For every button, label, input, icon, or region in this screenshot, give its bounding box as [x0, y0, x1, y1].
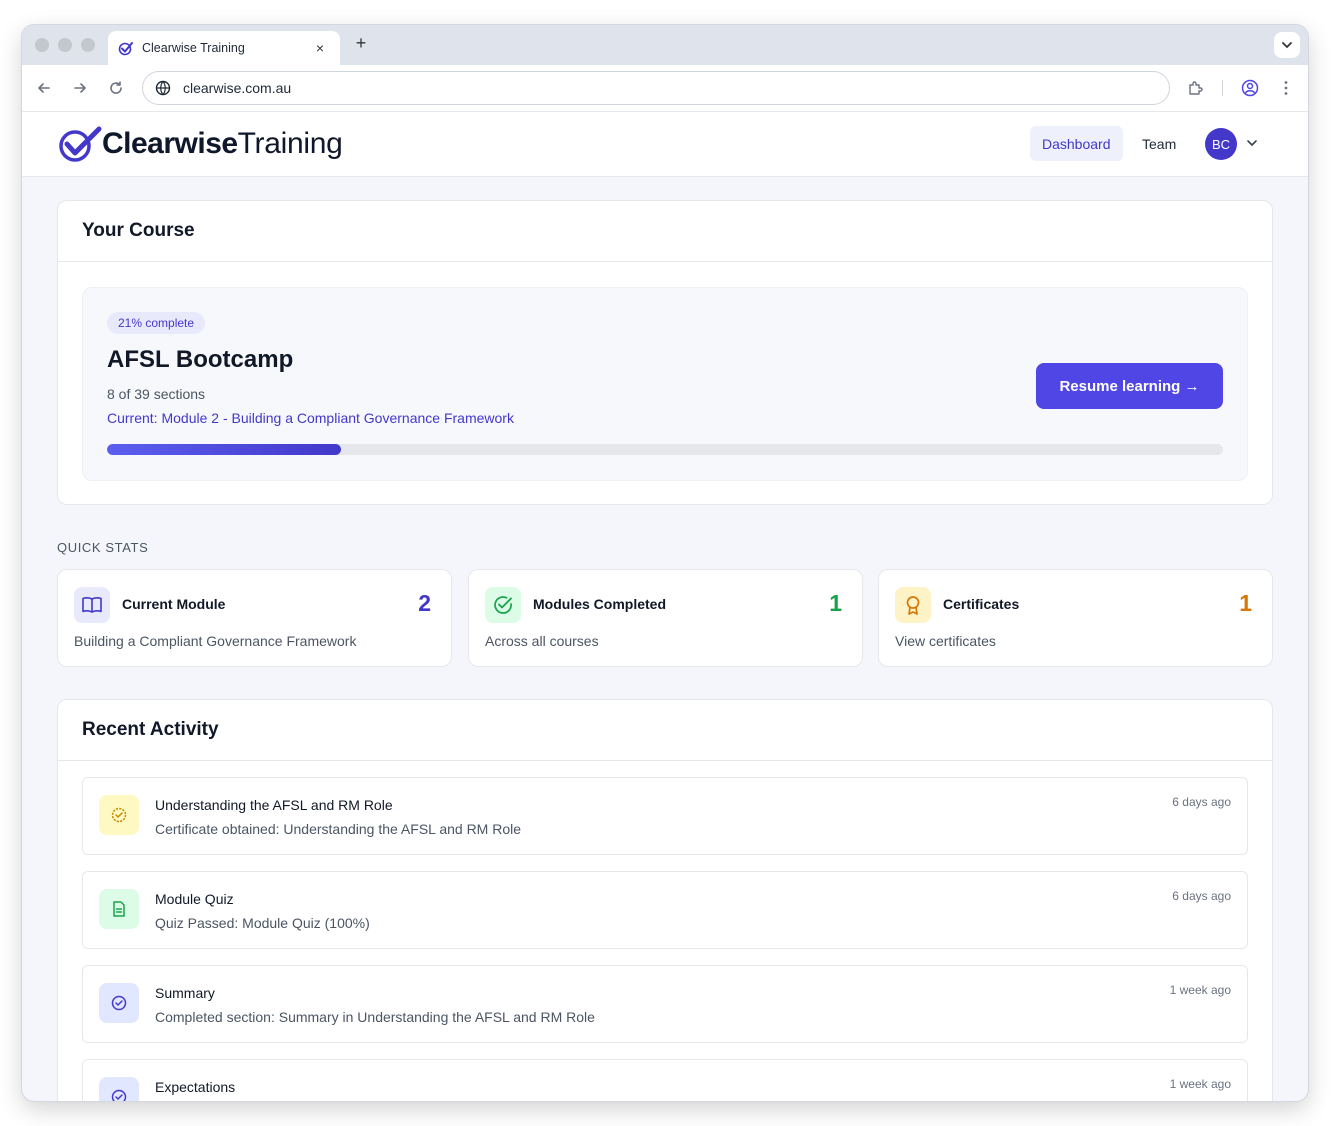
chevron-down-icon: [1282, 42, 1292, 49]
browser-window: Clearwise Training × + clearwise.com.au: [22, 25, 1308, 1101]
activity-description: Certificate obtained: Understanding the …: [155, 821, 522, 837]
reload-button[interactable]: [106, 78, 126, 98]
stat-subtitle: Building a Compliant Governance Framewor…: [74, 633, 357, 649]
logo-text-bold: Clearwise: [102, 127, 238, 160]
completion-badge: 21% complete: [107, 312, 206, 334]
document-icon: [99, 889, 139, 929]
activity-time: 6 days ago: [1172, 889, 1231, 903]
activity-description: Quiz Passed: Module Quiz (100%): [155, 915, 370, 931]
activity-item[interactable]: Summary Completed section: Summary in Un…: [82, 965, 1248, 1043]
activity-item[interactable]: Module Quiz Quiz Passed: Module Quiz (10…: [82, 871, 1248, 949]
activity-title: Understanding the AFSL and RM Role: [155, 797, 393, 813]
tab-close-icon[interactable]: ×: [312, 40, 328, 56]
activity-title: Summary: [155, 985, 215, 1001]
check-circle-icon: [99, 983, 139, 1023]
minimize-window-button[interactable]: [58, 38, 72, 52]
new-tab-button[interactable]: +: [350, 33, 372, 54]
logo-check-icon: [59, 126, 102, 162]
site-info-icon[interactable]: [155, 80, 171, 96]
recent-activity-heading: Recent Activity: [58, 700, 1272, 761]
browser-tab[interactable]: Clearwise Training ×: [108, 31, 340, 65]
tab-title: Clearwise Training: [142, 41, 245, 55]
puzzle-icon: [1189, 81, 1203, 95]
browser-toolbar: clearwise.com.au: [22, 65, 1308, 112]
resume-learning-button[interactable]: Resume learning →: [1036, 363, 1223, 409]
award-icon: [895, 587, 931, 623]
stat-title: Certificates: [943, 596, 1020, 612]
activity-time: 1 week ago: [1169, 1077, 1231, 1091]
extensions-button[interactable]: [1186, 78, 1206, 98]
browser-menu-button[interactable]: [1276, 78, 1296, 98]
check-circle-icon: [99, 1077, 139, 1101]
user-avatar[interactable]: BC: [1205, 128, 1237, 160]
course-progress-bar: [107, 444, 1223, 455]
reload-icon: [110, 81, 122, 94]
stat-card-certificates[interactable]: Certificates 1 View certificates: [878, 569, 1273, 667]
stat-title: Current Module: [122, 596, 226, 612]
course-card-heading: Your Course: [58, 201, 1272, 262]
tab-search-button[interactable]: [1274, 32, 1300, 58]
clearwise-favicon-icon: [118, 42, 133, 56]
course-title: AFSL Bootcamp: [107, 346, 294, 373]
app-header: Clearwise Training Dashboard Team BC: [22, 112, 1308, 177]
toolbar-divider: [1222, 80, 1223, 96]
badge-check-icon: [99, 795, 139, 835]
activity-time: 1 week ago: [1169, 983, 1231, 997]
check-circle-icon: [485, 587, 521, 623]
close-window-button[interactable]: [35, 38, 49, 52]
activity-description: Completed section: Summary in Understand…: [155, 1009, 595, 1025]
forward-button[interactable]: [70, 78, 90, 98]
quick-stats-label: QUICK STATS: [57, 540, 149, 555]
user-circle-icon: [1241, 79, 1259, 97]
stat-value: 1: [1239, 590, 1252, 616]
clearwise-logo[interactable]: Clearwise Training: [58, 125, 343, 163]
profile-button[interactable]: [1240, 78, 1260, 98]
stat-subtitle: Across all courses: [485, 633, 599, 649]
stat-value: 1: [829, 590, 842, 616]
address-url: clearwise.com.au: [183, 80, 292, 96]
activity-item[interactable]: Expectations 1 week ago: [82, 1059, 1248, 1101]
course-card: Your Course 21% complete AFSL Bootcamp 8…: [57, 200, 1273, 505]
course-panel: 21% complete AFSL Bootcamp 8 of 39 secti…: [82, 287, 1248, 481]
book-open-icon: [74, 587, 110, 623]
maximize-window-button[interactable]: [81, 38, 95, 52]
arrow-right-icon: [74, 83, 86, 93]
recent-activity-card: Recent Activity Understanding the AFSL a…: [57, 699, 1273, 1101]
more-vertical-icon: [1284, 81, 1288, 95]
activity-time: 6 days ago: [1172, 795, 1231, 809]
course-sections-count: 8 of 39 sections: [107, 386, 206, 402]
address-bar[interactable]: clearwise.com.au: [142, 71, 1170, 105]
logo-text-light: Training: [237, 127, 343, 160]
nav-dashboard[interactable]: Dashboard: [1030, 126, 1123, 161]
chevron-down-icon[interactable]: [1245, 136, 1259, 150]
back-button[interactable]: [34, 78, 54, 98]
course-progress-fill: [107, 444, 342, 455]
activity-title: Expectations: [155, 1079, 236, 1095]
activity-title: Module Quiz: [155, 891, 234, 907]
stat-value: 2: [418, 590, 431, 616]
arrow-left-icon: [38, 83, 50, 93]
tab-strip: Clearwise Training × +: [22, 25, 1308, 65]
stat-card-current-module[interactable]: Current Module 2 Building a Compliant Go…: [57, 569, 452, 667]
stat-title: Modules Completed: [533, 596, 667, 612]
activity-item[interactable]: Understanding the AFSL and RM Role Certi…: [82, 777, 1248, 855]
stat-subtitle: View certificates: [895, 633, 996, 649]
current-module-link[interactable]: Current: Module 2 - Building a Compliant…: [107, 410, 514, 426]
nav-team[interactable]: Team: [1130, 126, 1188, 161]
stat-card-modules-completed[interactable]: Modules Completed 1 Across all courses: [468, 569, 863, 667]
